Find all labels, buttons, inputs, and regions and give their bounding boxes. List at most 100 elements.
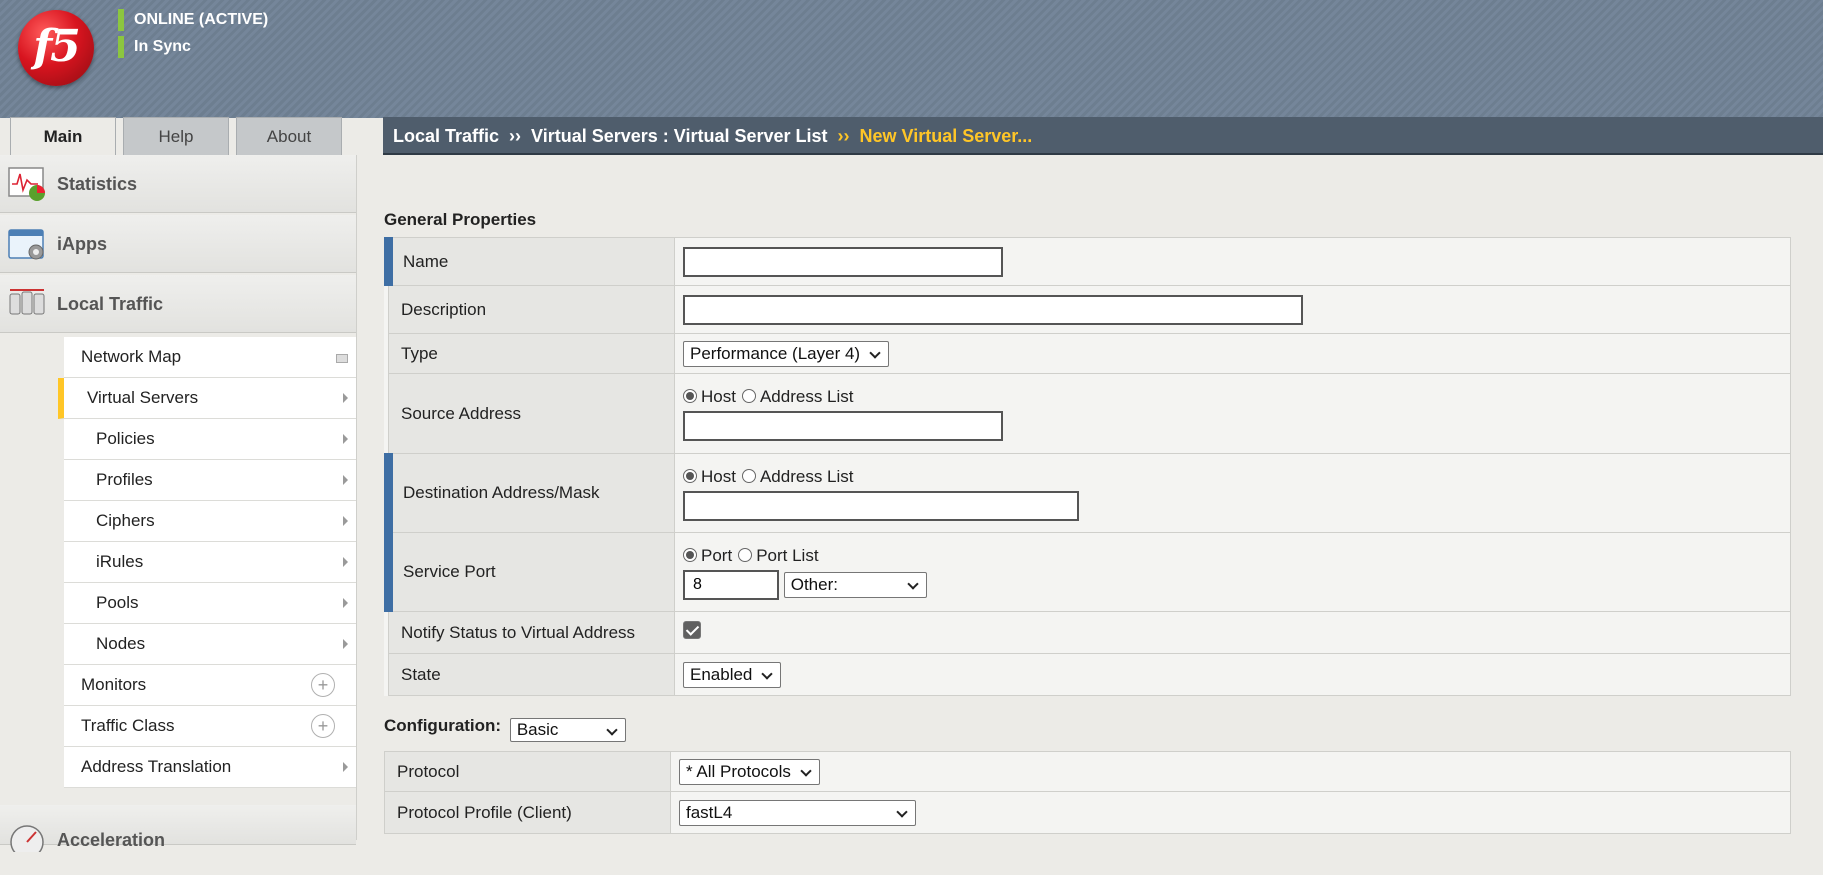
- header-banner: f5 ONLINE (ACTIVE) In Sync: [0, 0, 1823, 118]
- sidebar-item-network-map[interactable]: Network Map: [64, 337, 356, 378]
- sidebar-item-virtual-servers[interactable]: Virtual Servers: [58, 378, 356, 419]
- chevron-right-icon: [343, 598, 348, 608]
- sidebar-item-profiles[interactable]: Profiles: [64, 460, 356, 501]
- sidebar-section-iapps[interactable]: iApps: [0, 215, 356, 273]
- name-input[interactable]: [683, 246, 1003, 277]
- chevron-right-icon: [343, 434, 348, 444]
- chevron-right-icon: [343, 762, 348, 772]
- source-address-options: Host Address List: [683, 386, 1790, 408]
- logo-text: f5: [33, 20, 81, 72]
- row-destination-address: Destination Address/Mask Host Address Lis…: [384, 453, 1791, 533]
- source-address-label: Source Address: [388, 373, 675, 454]
- breadcrumb-local-traffic[interactable]: Local Traffic: [393, 126, 499, 146]
- name-label: Name: [384, 237, 675, 286]
- sidebar-item-ciphers[interactable]: Ciphers: [64, 501, 356, 542]
- source-host-radio[interactable]: [683, 389, 697, 403]
- breadcrumb-separator: ››: [837, 126, 850, 146]
- row-service-port: Service Port Port Port List Other:: [384, 532, 1791, 612]
- row-source-address: Source Address Host Address List: [388, 373, 1791, 454]
- protocol-profile-label: Protocol Profile (Client): [384, 791, 671, 834]
- row-notify-status: Notify Status to Virtual Address: [388, 611, 1791, 654]
- sidebar-section-acceleration[interactable]: Acceleration: [0, 805, 356, 852]
- sidebar-section-label: Local Traffic: [57, 294, 164, 314]
- source-address-input[interactable]: [683, 411, 1003, 441]
- sidebar: Statistics iApps Local Traffic Network M…: [0, 155, 357, 852]
- chevron-right-icon: [343, 393, 348, 403]
- source-address-list-label: Address List: [759, 387, 854, 406]
- status-online: ONLINE (ACTIVE): [118, 9, 268, 31]
- sidebar-section-label: Statistics: [57, 174, 138, 194]
- state-label: State: [388, 653, 675, 696]
- sidebar-item-label: Nodes: [96, 634, 146, 653]
- sidebar-section-local-traffic[interactable]: Local Traffic: [0, 275, 356, 333]
- tab-about[interactable]: About: [236, 117, 342, 155]
- row-name: Name: [384, 237, 1791, 286]
- service-port-options: Port Port List: [683, 545, 1790, 567]
- tab-main[interactable]: Main: [10, 117, 116, 157]
- add-traffic-class-icon[interactable]: +: [311, 714, 335, 738]
- status-sync[interactable]: In Sync: [118, 36, 191, 58]
- protocol-label: Protocol: [384, 751, 671, 792]
- port-radio[interactable]: [683, 547, 697, 562]
- protocol-select[interactable]: * All Protocols: [679, 758, 820, 785]
- service-port-select[interactable]: Other:: [783, 571, 927, 598]
- sidebar-item-label: Monitors: [81, 675, 147, 694]
- destination-address-list-radio[interactable]: [741, 468, 756, 483]
- sidebar-item-label: Pools: [96, 593, 139, 612]
- type-label: Type: [388, 333, 675, 374]
- chevron-right-icon: [343, 639, 348, 649]
- type-select[interactable]: Performance (Layer 4): [683, 340, 890, 367]
- source-address-list-radio[interactable]: [741, 389, 756, 403]
- general-properties-table: Name Description Type Performance (Layer…: [384, 237, 1791, 696]
- local-traffic-icon: [9, 289, 45, 315]
- sidebar-item-pools[interactable]: Pools: [64, 583, 356, 624]
- sidebar-item-traffic-class[interactable]: Traffic Class +: [64, 706, 356, 747]
- notify-status-checkbox[interactable]: [683, 621, 701, 639]
- general-properties-title: General Properties: [384, 210, 537, 229]
- sidebar-item-label: Ciphers: [96, 511, 155, 530]
- breadcrumb-virtual-server-list[interactable]: Virtual Servers : Virtual Server List: [531, 126, 827, 146]
- sidebar-item-address-translation[interactable]: Address Translation: [64, 747, 356, 788]
- tab-help[interactable]: Help: [123, 117, 229, 155]
- description-input[interactable]: [683, 294, 1303, 325]
- sidebar-section-label: Acceleration: [57, 830, 166, 850]
- row-protocol-profile: Protocol Profile (Client) fastL4: [384, 791, 1791, 834]
- chevron-right-icon: [343, 516, 348, 526]
- port-list-radio[interactable]: [738, 547, 753, 562]
- notify-status-label: Notify Status to Virtual Address: [388, 611, 675, 654]
- sidebar-item-label: Policies: [96, 429, 155, 448]
- breadcrumb-separator: ››: [509, 126, 522, 146]
- f5-logo[interactable]: f5: [18, 10, 94, 86]
- sidebar-item-label: Profiles: [96, 470, 153, 489]
- protocol-profile-select[interactable]: fastL4: [679, 799, 916, 826]
- row-protocol: Protocol * All Protocols: [384, 751, 1791, 792]
- sidebar-item-label: Traffic Class: [81, 716, 175, 735]
- port-radio-label: Port: [701, 545, 733, 565]
- port-list-label: Port List: [756, 545, 819, 565]
- description-label: Description: [388, 285, 675, 334]
- service-port-input[interactable]: [683, 569, 779, 600]
- sidebar-item-nodes[interactable]: Nodes: [64, 624, 356, 665]
- destination-address-options: Host Address List: [683, 466, 1790, 488]
- destination-host-label: Host: [701, 466, 736, 486]
- configuration-mode-select[interactable]: Basic: [509, 718, 626, 742]
- sidebar-item-monitors[interactable]: Monitors +: [64, 665, 356, 706]
- sidebar-section-statistics[interactable]: Statistics: [0, 155, 356, 213]
- source-host-label: Host: [701, 387, 736, 406]
- breadcrumb-current: New Virtual Server...: [859, 126, 1033, 146]
- destination-host-radio[interactable]: [683, 468, 697, 483]
- state-select[interactable]: Enabled: [683, 661, 782, 688]
- sidebar-item-policies[interactable]: Policies: [64, 419, 356, 460]
- destination-address-input[interactable]: [683, 490, 1079, 521]
- breadcrumb: Local Traffic ›› Virtual Servers : Virtual…: [383, 117, 1823, 155]
- chevron-right-icon: [343, 475, 348, 485]
- add-monitor-icon[interactable]: +: [311, 673, 335, 697]
- sidebar-item-label: Virtual Servers: [87, 388, 199, 407]
- chevron-right-icon: [343, 557, 348, 567]
- sidebar-item-irules[interactable]: iRules: [64, 542, 356, 583]
- iapps-icon: [8, 229, 44, 260]
- destination-address-label: Destination Address/Mask: [384, 453, 675, 533]
- configuration-label: Configuration:: [384, 716, 502, 735]
- row-state: State Enabled: [388, 653, 1791, 696]
- acceleration-icon: [10, 825, 44, 852]
